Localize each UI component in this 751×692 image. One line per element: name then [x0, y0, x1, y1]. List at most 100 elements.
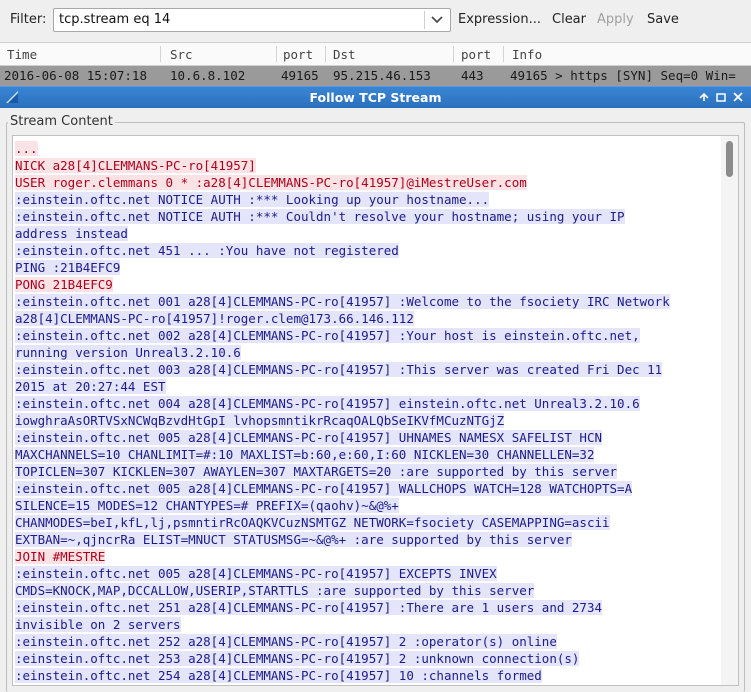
combo-divider	[424, 11, 425, 29]
line-text: :einstein.oftc.net NOTICE AUTH :*** Look…	[15, 192, 490, 207]
server-line: 2015 at 20:27:44 EST	[15, 378, 719, 395]
line-text: USER roger.clemmans 0 * :a28[4]CLEMMANS-…	[15, 175, 527, 190]
line-text: PING :21B4EFC9	[15, 260, 121, 275]
client-line: ...	[15, 140, 719, 157]
line-text: CMDS=KNOCK,MAP,DCCALLOW,USERIP,STARTTLS …	[15, 583, 535, 598]
cell-dst-port: 443	[461, 68, 484, 83]
cell-dst: 95.215.46.153	[333, 68, 431, 83]
maximize-icon[interactable]	[714, 89, 728, 105]
filter-input[interactable]: tcp.stream eq 14	[53, 8, 451, 32]
expression-button[interactable]: Expression...	[458, 12, 541, 27]
line-text: :einstein.oftc.net 003 a28[4]CLEMMANS-PC…	[15, 362, 663, 377]
dialog-title: Follow TCP Stream	[309, 90, 442, 105]
line-text: NICK a28[4]CLEMMANS-PC-ro[41957]	[15, 158, 256, 173]
column-divider[interactable]	[453, 46, 454, 62]
server-line: :einstein.oftc.net 002 a28[4]CLEMMANS-PC…	[15, 327, 719, 344]
line-text: 2015 at 20:27:44 EST	[15, 379, 166, 394]
column-src[interactable]: Src	[170, 47, 193, 62]
packet-list-header: Time Src port Dst port Info	[0, 42, 751, 66]
server-line: :einstein.oftc.net 251 a28[4]CLEMMANS-PC…	[15, 599, 719, 616]
server-line: :einstein.oftc.net 005 a28[4]CLEMMANS-PC…	[15, 565, 719, 582]
server-line: :einstein.oftc.net 005 a28[4]CLEMMANS-PC…	[15, 429, 719, 446]
column-src-port[interactable]: port	[283, 47, 313, 62]
filter-label: Filter:	[10, 12, 47, 27]
column-time[interactable]: Time	[7, 47, 37, 62]
keep-above-icon[interactable]	[697, 89, 711, 105]
chevron-down-icon[interactable]	[430, 14, 444, 26]
stream-content-label: Stream Content	[8, 114, 115, 129]
line-text: :einstein.oftc.net 005 a28[4]CLEMMANS-PC…	[15, 566, 497, 581]
line-text: :einstein.oftc.net 002 a28[4]CLEMMANS-PC…	[15, 328, 640, 343]
cell-info: 49165 > https [SYN] Seq=0 Win=	[510, 68, 736, 83]
line-text: :einstein.oftc.net 451 ... :You have not…	[15, 243, 399, 258]
line-text: :einstein.oftc.net NOTICE AUTH :*** Coul…	[15, 209, 625, 224]
column-dst-port[interactable]: port	[461, 47, 491, 62]
column-divider[interactable]	[503, 46, 504, 62]
line-text: iowghraAsORTVSxNCWqBzvdHtGpI lvhopsmntik…	[15, 413, 505, 428]
column-divider[interactable]	[276, 46, 277, 62]
cell-time: 2016-06-08 15:07:18	[4, 68, 147, 83]
line-text: TOPICLEN=307 KICKLEN=307 AWAYLEN=307 MAX…	[15, 464, 618, 479]
dialog-titlebar[interactable]: Follow TCP Stream	[0, 86, 751, 108]
column-divider[interactable]	[160, 46, 161, 62]
display-filter-toolbar: Filter: tcp.stream eq 14 Expression... C…	[0, 0, 751, 42]
line-text: JOIN #MESTRE	[15, 549, 106, 564]
close-icon[interactable]	[731, 89, 745, 105]
line-text: :einstein.oftc.net 251 a28[4]CLEMMANS-PC…	[15, 600, 602, 615]
server-line: :einstein.oftc.net 252 a28[4]CLEMMANS-PC…	[15, 633, 719, 650]
server-line: :einstein.oftc.net NOTICE AUTH :*** Look…	[15, 191, 719, 208]
server-line: :einstein.oftc.net 451 ... :You have not…	[15, 242, 719, 259]
line-text: invisible on 2 servers	[15, 617, 181, 632]
line-text: ...	[15, 141, 38, 156]
server-line: EXTBAN=~,qjncrRa ELIST=MNUCT STATUSMSG=~…	[15, 531, 719, 548]
line-text: address instead	[15, 226, 128, 241]
client-line: USER roger.clemmans 0 * :a28[4]CLEMMANS-…	[15, 174, 719, 191]
line-text: :einstein.oftc.net 252 a28[4]CLEMMANS-PC…	[15, 634, 557, 649]
server-line: MAXCHANNELS=10 CHANLIMIT=#:10 MAXLIST=b:…	[15, 446, 719, 463]
cell-src-port: 49165	[281, 68, 319, 83]
server-line: a28[4]CLEMMANS-PC-ro[41957]!roger.clem@1…	[15, 310, 719, 327]
filter-value[interactable]: tcp.stream eq 14	[59, 12, 170, 27]
server-line: address instead	[15, 225, 719, 242]
client-line: PONG 21B4EFC9	[15, 276, 719, 293]
server-line: :einstein.oftc.net 001 a28[4]CLEMMANS-PC…	[15, 293, 719, 310]
scrollbar-thumb[interactable]	[726, 141, 733, 177]
line-text: :einstein.oftc.net 001 a28[4]CLEMMANS-PC…	[15, 294, 670, 309]
apply-button[interactable]: Apply	[597, 12, 634, 27]
line-text: a28[4]CLEMMANS-PC-ro[41957]!roger.clem@1…	[15, 311, 414, 326]
stream-lines: ... NICK a28[4]CLEMMANS-PC-ro[41957] USER …	[15, 140, 719, 684]
server-line: CMDS=KNOCK,MAP,DCCALLOW,USERIP,STARTTLS …	[15, 582, 719, 599]
server-line: :einstein.oftc.net 003 a28[4]CLEMMANS-PC…	[15, 361, 719, 378]
server-line: :einstein.oftc.net 253 a28[4]CLEMMANS-PC…	[15, 650, 719, 667]
server-line: TOPICLEN=307 KICKLEN=307 AWAYLEN=307 MAX…	[15, 463, 719, 480]
line-text: running version Unreal3.2.10.6	[15, 345, 241, 360]
cell-src: 10.6.8.102	[170, 68, 246, 83]
line-text: :einstein.oftc.net 005 a28[4]CLEMMANS-PC…	[15, 481, 633, 496]
client-line: NICK a28[4]CLEMMANS-PC-ro[41957]	[15, 157, 719, 174]
server-line: invisible on 2 servers	[15, 616, 719, 633]
line-text: :einstein.oftc.net 253 a28[4]CLEMMANS-PC…	[15, 651, 580, 666]
line-text: SILENCE=15 MODES=12 CHANTYPES=# PREFIX=(…	[15, 498, 399, 513]
client-line: JOIN #MESTRE	[15, 548, 719, 565]
stream-text-area[interactable]: ... NICK a28[4]CLEMMANS-PC-ro[41957] USER …	[12, 135, 739, 686]
server-line: SILENCE=15 MODES=12 CHANTYPES=# PREFIX=(…	[15, 497, 719, 514]
server-line: :einstein.oftc.net 004 a28[4]CLEMMANS-PC…	[15, 395, 719, 412]
server-line: PING :21B4EFC9	[15, 259, 719, 276]
packet-row[interactable]: 2016-06-08 15:07:18 10.6.8.102 49165 95.…	[0, 66, 751, 86]
line-text: :einstein.oftc.net 005 a28[4]CLEMMANS-PC…	[15, 430, 602, 445]
line-text: MAXCHANNELS=10 CHANLIMIT=#:10 MAXLIST=b:…	[15, 447, 595, 462]
line-text: :einstein.oftc.net 004 a28[4]CLEMMANS-PC…	[15, 396, 640, 411]
save-button[interactable]: Save	[647, 12, 679, 27]
server-line: running version Unreal3.2.10.6	[15, 344, 719, 361]
column-divider[interactable]	[325, 46, 326, 62]
server-line: iowghraAsORTVSxNCWqBzvdHtGpI lvhopsmntik…	[15, 412, 719, 429]
line-text: :einstein.oftc.net 254 a28[4]CLEMMANS-PC…	[15, 668, 542, 683]
server-line: :einstein.oftc.net 254 a28[4]CLEMMANS-PC…	[15, 667, 719, 684]
column-dst[interactable]: Dst	[333, 47, 356, 62]
server-line: :einstein.oftc.net NOTICE AUTH :*** Coul…	[15, 208, 719, 225]
vertical-scrollbar[interactable]	[721, 136, 738, 685]
clear-button[interactable]: Clear	[552, 12, 586, 27]
dialog-body: Stream Content ... NICK a28[4]CLEMMANS-PC…	[0, 108, 751, 692]
line-text: CHANMODES=beI,kfL,lj,psmntirRcOAQKVCuzNS…	[15, 515, 610, 530]
column-info[interactable]: Info	[512, 47, 542, 62]
